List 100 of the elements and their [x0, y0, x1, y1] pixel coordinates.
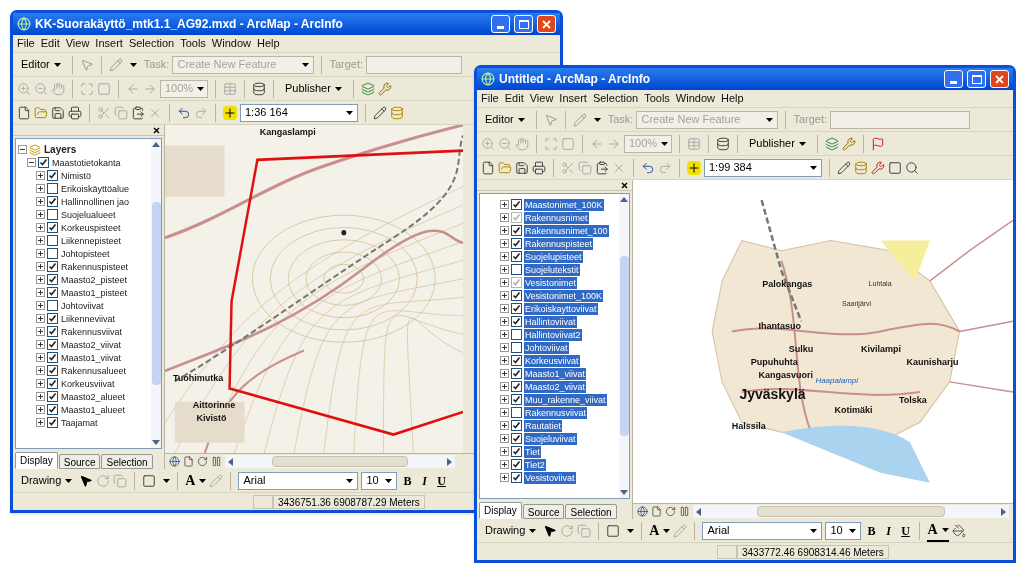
layer-checkbox[interactable] [511, 433, 522, 444]
database-icon[interactable] [252, 81, 266, 96]
expand-toggle[interactable] [500, 200, 509, 209]
layer-checkbox[interactable] [47, 417, 58, 428]
expand-toggle[interactable] [36, 418, 45, 427]
scrollbar-thumb[interactable] [272, 456, 408, 467]
menu-item[interactable]: View [65, 35, 90, 52]
expand-toggle[interactable] [500, 343, 509, 352]
scroll-right-arrow-icon[interactable] [445, 457, 453, 466]
layer-checkbox[interactable] [511, 264, 522, 275]
menu-item[interactable]: File [481, 90, 499, 107]
layer-checkbox[interactable] [47, 196, 58, 207]
layer-name[interactable]: Suojelupisteet [524, 250, 583, 263]
expand-toggle[interactable] [36, 171, 45, 180]
horizontal-scrollbar[interactable] [693, 505, 1009, 518]
layer-name[interactable]: Liikenneviivat [60, 312, 117, 325]
edit-tool-icon[interactable] [373, 105, 387, 120]
expand-toggle[interactable] [500, 317, 509, 326]
format-button[interactable]: U [898, 521, 913, 540]
vertical-scrollbar[interactable] [619, 194, 629, 498]
layer-checkbox[interactable] [47, 183, 58, 194]
expand-toggle[interactable] [36, 262, 45, 271]
rectangle-icon[interactable] [142, 473, 157, 488]
layer-checkbox[interactable] [511, 472, 522, 483]
expand-toggle[interactable] [500, 213, 509, 222]
layer-checkbox[interactable] [47, 352, 58, 363]
expand-toggle[interactable] [27, 158, 36, 167]
printer-icon[interactable] [68, 105, 82, 120]
expand-toggle[interactable] [500, 291, 509, 300]
flag-icon[interactable] [870, 136, 885, 151]
menu-item[interactable]: Tools [644, 90, 670, 107]
vertical-scrollbar[interactable] [151, 139, 161, 448]
publisher-menu-button[interactable]: Publisher [745, 135, 810, 152]
expand-toggle[interactable] [36, 327, 45, 336]
publisher-menu-button[interactable]: Publisher [281, 80, 346, 97]
expand-toggle[interactable] [500, 239, 509, 248]
expand-toggle[interactable] [500, 460, 509, 469]
menu-item[interactable]: View [529, 90, 554, 107]
layer-checkbox[interactable] [47, 261, 58, 272]
expand-toggle[interactable] [500, 304, 509, 313]
pause-icon[interactable] [679, 506, 690, 517]
layer-name[interactable]: Maasto2_viivat [60, 338, 123, 351]
layer-name[interactable]: Maasto1_viivat [60, 351, 123, 364]
scrollbar-thumb[interactable] [151, 202, 161, 385]
menu-item[interactable]: Window [675, 90, 715, 107]
layer-name[interactable]: Vesistoviivat [524, 471, 576, 484]
layer-name[interactable]: Erikoiskayttoviivat [524, 302, 598, 315]
layer-checkbox[interactable] [47, 248, 58, 259]
layer-name[interactable]: Maasto2_viivat [524, 380, 587, 393]
font-size-dropdown[interactable]: 10 [361, 471, 398, 490]
layer-name[interactable]: Rakennuspisteet [524, 237, 594, 250]
minimize-button[interactable] [944, 70, 963, 88]
scroll-up-arrow-icon[interactable] [152, 141, 160, 149]
scroll-left-arrow-icon[interactable] [227, 457, 235, 466]
layer-name[interactable]: Rautatiet [524, 419, 563, 432]
layer-checkbox[interactable] [511, 290, 522, 301]
expand-toggle[interactable] [500, 473, 509, 482]
expand-toggle[interactable] [36, 314, 45, 323]
paint-bucket-icon[interactable] [951, 523, 966, 538]
layer-checkbox[interactable] [47, 378, 58, 389]
expand-toggle[interactable] [36, 353, 45, 362]
layer-checkbox[interactable] [511, 316, 522, 327]
menu-item[interactable]: Help [256, 35, 280, 52]
layer-checkbox[interactable] [511, 381, 522, 392]
layer-checkbox[interactable] [47, 300, 58, 311]
layer-checkbox[interactable] [47, 170, 58, 181]
scroll-down-arrow-icon[interactable] [620, 488, 628, 496]
pointer-icon[interactable] [543, 523, 558, 538]
expand-toggle[interactable] [500, 408, 509, 417]
menu-item[interactable]: Window [211, 35, 251, 52]
panel-tab[interactable]: Display [479, 502, 522, 519]
wrench-icon[interactable] [377, 81, 392, 96]
layer-checkbox[interactable] [47, 339, 58, 350]
layer-checkbox[interactable] [511, 251, 522, 262]
expand-toggle[interactable] [500, 369, 509, 378]
expand-toggle[interactable] [36, 379, 45, 388]
expand-toggle[interactable] [500, 395, 509, 404]
expand-toggle[interactable] [500, 330, 509, 339]
layer-name[interactable]: Muu_rakenne_viivat [524, 393, 607, 406]
menu-item[interactable]: Tools [180, 35, 206, 52]
layer-name[interactable]: Johtopisteet [60, 247, 111, 260]
scroll-left-arrow-icon[interactable] [695, 507, 703, 516]
scroll-right-arrow-icon[interactable] [999, 507, 1007, 516]
add-data-icon[interactable] [687, 160, 701, 175]
layer-checkbox[interactable] [511, 329, 522, 340]
format-button[interactable]: I [881, 521, 896, 540]
menu-item[interactable]: Help [720, 90, 744, 107]
panel-tab[interactable]: Selection [101, 454, 153, 469]
layer-name[interactable]: Taajamat [60, 416, 99, 429]
layer-name[interactable]: Rakennusviivat [524, 406, 588, 419]
close-icon[interactable] [621, 181, 628, 189]
layer-name[interactable]: Tiet2 [524, 458, 546, 471]
layer-checkbox[interactable] [511, 368, 522, 379]
layer-checkbox[interactable] [47, 287, 58, 298]
close-button[interactable] [537, 15, 556, 33]
layer-name[interactable]: Suojeluviivat [524, 432, 577, 445]
undo-icon[interactable] [641, 160, 655, 175]
text-tool-button[interactable]: A [649, 520, 671, 541]
layer-name[interactable]: Hallintoviivat [524, 315, 577, 328]
layer-checkbox[interactable] [47, 274, 58, 285]
